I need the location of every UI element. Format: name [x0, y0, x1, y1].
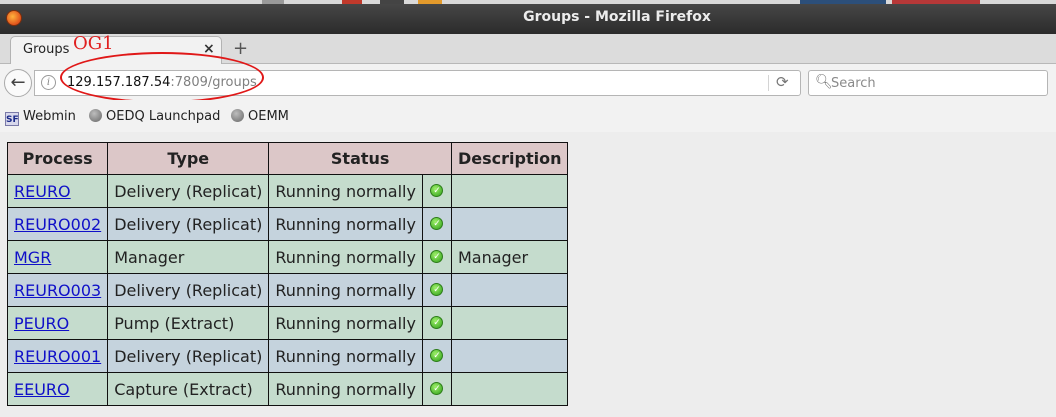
annotation-label: OG1	[73, 33, 114, 54]
taskbar-strip	[0, 0, 1056, 4]
site-info-icon[interactable]: i	[41, 75, 56, 90]
status-cell: Running normally	[268, 240, 423, 274]
groups-table: Process Type Status Description REURO De…	[6, 142, 569, 406]
process-link[interactable]: REURO001	[14, 347, 101, 366]
window-title: Groups - Mozilla Firefox	[523, 9, 711, 25]
globe-icon	[231, 109, 244, 122]
table-row: MGR Manager Running normally ✓ Manager	[6, 240, 569, 274]
reload-icon[interactable]: ⟳	[776, 73, 789, 91]
bookmark-label: OEDQ Launchpad	[106, 109, 221, 124]
description-cell	[450, 372, 569, 406]
check-ok-icon: ✓	[430, 315, 444, 329]
description-cell	[450, 306, 569, 340]
tab-label: Groups	[23, 42, 70, 57]
status-cell: Running normally	[268, 174, 423, 208]
check-ok-icon: ✓	[430, 348, 444, 362]
status-cell: Running normally	[268, 273, 423, 307]
table-row: REURO003 Delivery (Replicat) Running nor…	[6, 273, 569, 307]
bookmark-label: OEMM	[248, 109, 289, 124]
type-cell: Delivery (Replicat)	[107, 174, 270, 208]
bookmark-label: Webmin	[23, 109, 76, 124]
type-cell: Delivery (Replicat)	[107, 273, 270, 307]
status-cell: Running normally	[268, 207, 423, 241]
check-ok-icon: ✓	[430, 249, 444, 263]
page-content: Process Type Status Description REURO De…	[0, 132, 1056, 417]
search-bar[interactable]: 🔍︎	[808, 70, 1048, 96]
annotation-circle	[60, 52, 264, 103]
window-titlebar: Groups - Mozilla Firefox	[0, 0, 1056, 34]
status-cell: Running normally	[268, 372, 423, 406]
table-row: EEURO Capture (Extract) Running normally…	[6, 372, 569, 406]
description-cell	[450, 207, 569, 241]
header-status: Status	[268, 142, 452, 175]
url-separator	[768, 75, 769, 91]
description-cell: Manager	[450, 240, 569, 274]
check-ok-icon: ✓	[430, 282, 444, 296]
header-description: Description	[450, 142, 569, 175]
table-header-row: Process Type Status Description	[6, 142, 569, 175]
new-tab-button[interactable]: +	[233, 38, 248, 59]
type-cell: Delivery (Replicat)	[107, 207, 270, 241]
bookmark-webmin[interactable]: SF Webmin	[5, 109, 76, 126]
type-cell: Pump (Extract)	[107, 306, 270, 340]
header-type: Type	[107, 142, 270, 175]
bookmarks-toolbar: SF Webmin OEDQ Launchpad OEMM	[0, 100, 1056, 132]
sf-icon: SF	[5, 112, 19, 126]
check-ok-icon: ✓	[430, 183, 444, 197]
type-cell: Manager	[107, 240, 270, 274]
process-link[interactable]: MGR	[14, 248, 51, 267]
check-ok-icon: ✓	[430, 216, 444, 230]
header-process: Process	[6, 142, 109, 175]
status-cell: Running normally	[268, 339, 423, 373]
type-cell: Delivery (Replicat)	[107, 339, 270, 373]
bookmark-oemm[interactable]: OEMM	[231, 109, 289, 124]
process-link[interactable]: REURO002	[14, 215, 101, 234]
bookmark-oedq-launchpad[interactable]: OEDQ Launchpad	[89, 109, 220, 124]
process-link[interactable]: REURO	[14, 182, 71, 201]
table-row: REURO001 Delivery (Replicat) Running nor…	[6, 339, 569, 373]
globe-icon	[89, 109, 102, 122]
description-cell	[450, 273, 569, 307]
back-button[interactable]: ←	[4, 69, 32, 97]
type-cell: Capture (Extract)	[107, 372, 270, 406]
check-ok-icon: ✓	[430, 381, 444, 395]
description-cell	[450, 174, 569, 208]
table-row: REURO Delivery (Replicat) Running normal…	[6, 174, 569, 208]
description-cell	[450, 339, 569, 373]
process-link[interactable]: PEURO	[14, 314, 69, 333]
process-link[interactable]: EEURO	[14, 380, 70, 399]
process-link[interactable]: REURO003	[14, 281, 101, 300]
table-row: REURO002 Delivery (Replicat) Running nor…	[6, 207, 569, 241]
table-row: PEURO Pump (Extract) Running normally ✓	[6, 306, 569, 340]
search-input[interactable]	[831, 74, 1041, 92]
status-cell: Running normally	[268, 306, 423, 340]
